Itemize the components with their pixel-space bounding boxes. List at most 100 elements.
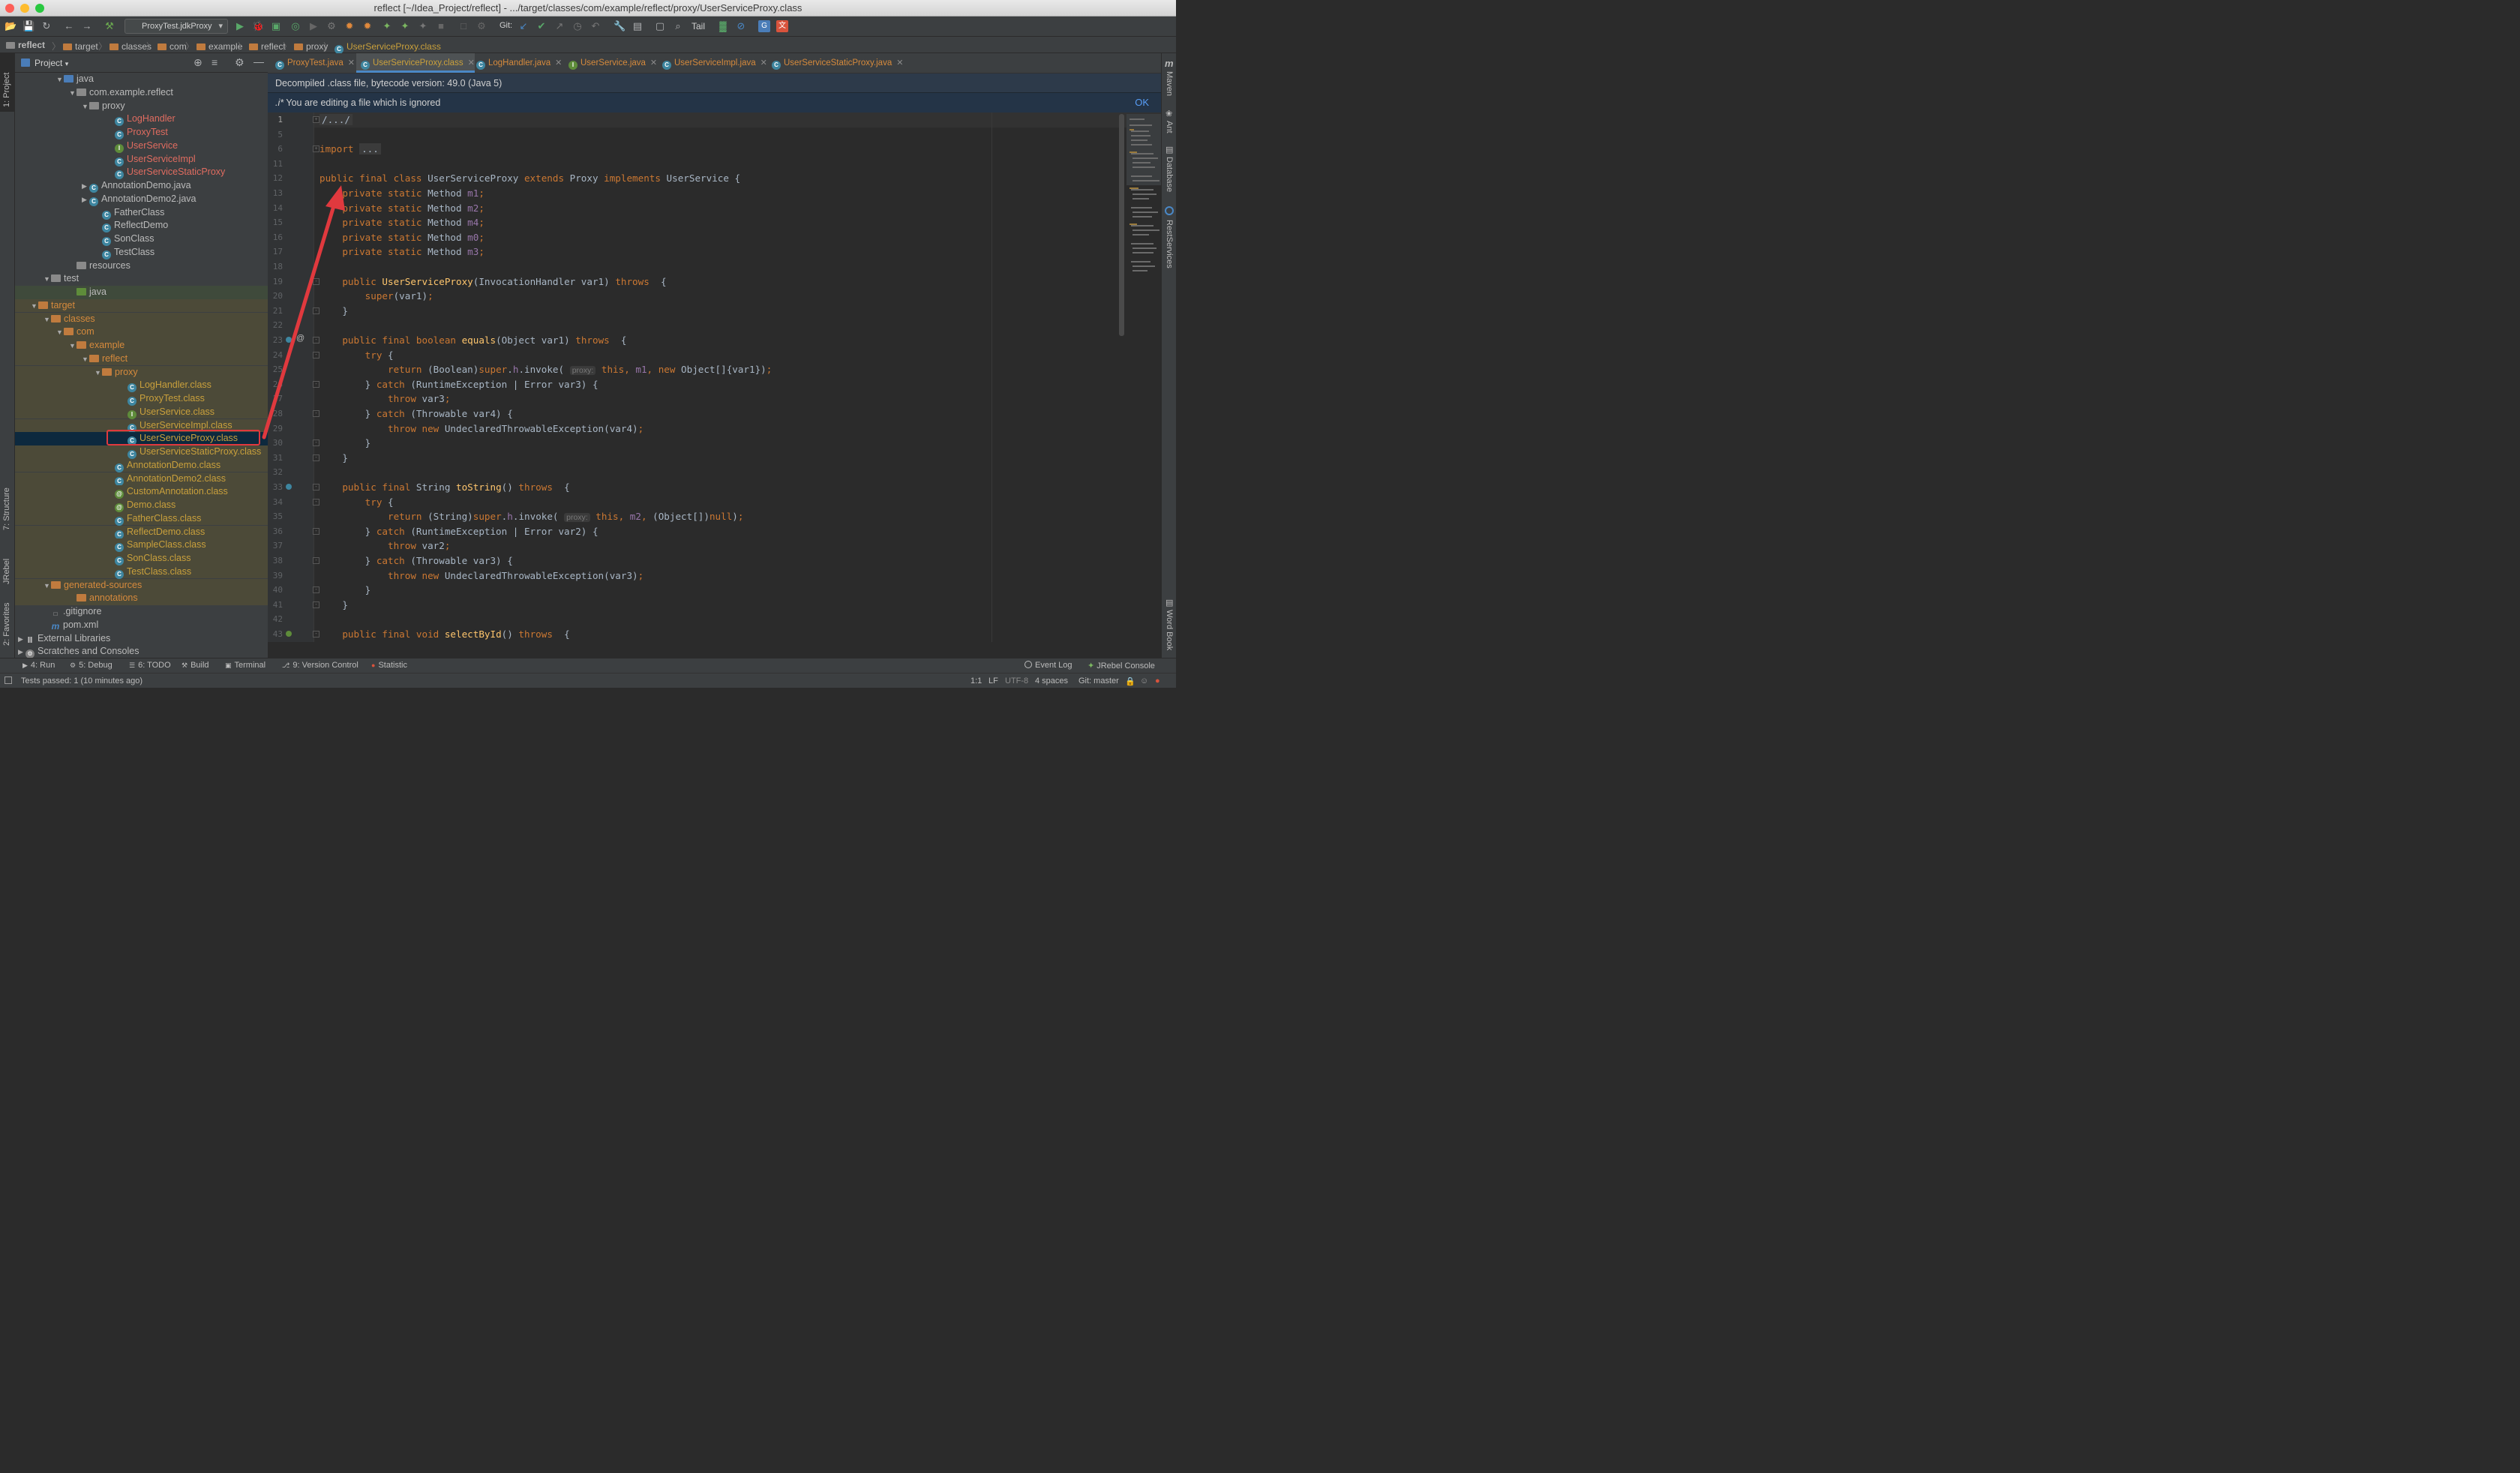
debug-disabled-icon[interactable]: ⚙ [326, 20, 338, 32]
expand-arrow-icon[interactable]: ▶ [82, 194, 89, 207]
terminal-window-icon[interactable]: ▢ [654, 20, 666, 32]
annotation-marker-icon[interactable]: @ [296, 334, 304, 343]
editor-tab[interactable]: C LogHandler.java ✕ [472, 53, 562, 73]
expand-arrow-icon[interactable]: ▼ [56, 74, 64, 87]
wordbook-tool-button[interactable]: Word Book [1165, 610, 1174, 650]
tree-item[interactable]: ▶ C AnnotationDemo2.java [15, 193, 268, 206]
tree-item[interactable]: ▶ C AnnotationDemo.java [15, 179, 268, 193]
structure-tool-button[interactable]: 7: Structure [2, 488, 11, 530]
editor-tab[interactable]: I UserService.java ✕ [564, 53, 657, 73]
expand-arrow-icon[interactable]: ▼ [44, 314, 51, 327]
project-structure-icon[interactable]: ▤ [632, 20, 644, 32]
override-marker-icon[interactable] [286, 631, 292, 637]
bottom-tool-build[interactable]: ⚒ Build [182, 661, 209, 670]
fold-toggle-icon[interactable]: - [313, 454, 320, 461]
expand-arrow-icon[interactable]: ▼ [44, 273, 51, 286]
file-encoding[interactable]: UTF-8 [1005, 676, 1028, 686]
breadcrumb-item-reflect[interactable]: reflect [6, 40, 45, 50]
fold-toggle-icon[interactable]: - [313, 557, 320, 564]
event-log-button[interactable]: Event Log [1024, 661, 1072, 670]
expand-arrow-icon[interactable]: ▶ [18, 646, 26, 658]
folded-region[interactable]: ... [359, 143, 381, 155]
expand-arrow-icon[interactable]: ▼ [69, 340, 76, 353]
hide-panel-icon[interactable]: — [254, 56, 264, 68]
breadcrumb-item-reflect-pkg[interactable]: 〉 reflect [236, 40, 286, 52]
tree-item[interactable]: ▼ example [15, 339, 268, 352]
close-tab-icon[interactable]: ✕ [555, 58, 562, 68]
status-message[interactable]: Tests passed: 1 (10 minutes ago) [21, 676, 142, 686]
expand-arrow-icon[interactable]: ▼ [82, 100, 89, 114]
open-icon[interactable]: 📂 [4, 20, 16, 32]
notification-icon[interactable]: ● [1155, 676, 1160, 686]
tree-item[interactable]: C SonClass.class [15, 552, 268, 566]
fold-toggle-icon[interactable]: - [313, 586, 320, 594]
jrebel-console-button[interactable]: ✦ JRebel Console [1088, 661, 1155, 670]
folded-region[interactable]: /.../ [320, 114, 352, 125]
tree-item[interactable]: ▼ com.example.reflect [15, 86, 268, 100]
maven-tool-button[interactable]: Maven [1165, 71, 1174, 96]
coverage-icon[interactable]: ▣ [270, 20, 282, 32]
tree-item[interactable]: C ReflectDemo.class [15, 525, 268, 539]
jrebel-remote-icon[interactable]: ✦ [417, 20, 429, 32]
tree-item[interactable]: C UserServiceImpl [15, 153, 268, 166]
expand-arrow-icon[interactable]: ▼ [31, 300, 38, 314]
translate-alt-icon[interactable]: 文 [776, 20, 788, 32]
tree-item[interactable]: annotations [15, 592, 268, 605]
breadcrumb-item-target[interactable]: 〉 target [50, 40, 98, 52]
locate-icon[interactable]: ⊕ [194, 56, 202, 69]
git-commit-icon[interactable]: ✔ [536, 20, 548, 32]
sync-icon[interactable]: ↻ [40, 20, 52, 32]
fold-toggle-icon[interactable]: - [313, 440, 320, 447]
tree-item[interactable]: C ReflectDemo [15, 219, 268, 233]
debug-icon[interactable]: 🐞 [252, 20, 264, 32]
translate-icon[interactable]: G [758, 20, 770, 32]
caret-position[interactable]: 1:1 [970, 676, 982, 686]
expand-arrow-icon[interactable]: ▼ [56, 326, 64, 340]
tree-item[interactable]: I UserService [15, 140, 268, 153]
jrebel-run-icon[interactable]: ✹ [344, 20, 356, 32]
indent-setting[interactable]: 4 spaces [1035, 676, 1068, 686]
tree-item[interactable]: ▼ com [15, 326, 268, 339]
line-separator[interactable]: LF [988, 676, 998, 686]
tree-item[interactable]: C LogHandler [15, 112, 268, 127]
jrebel-sync-icon[interactable]: ✦ [399, 20, 411, 32]
fold-toggle-icon[interactable]: - [313, 337, 320, 344]
tree-item[interactable]: C LogHandler.class [15, 379, 268, 393]
fold-toggle-icon[interactable]: - [313, 278, 320, 285]
breadcrumb-item-file[interactable]: 〉 C UserServiceProxy.class [321, 40, 441, 54]
build-hammer-icon[interactable]: ⚒ [104, 20, 116, 32]
settings-wrench-icon[interactable]: 🔧 [614, 20, 626, 32]
git-revert-icon[interactable]: ↶ [590, 20, 602, 32]
tree-item[interactable]: C UserServiceStaticProxy [15, 166, 268, 180]
jrebel-tool-button[interactable]: JRebel [2, 559, 11, 584]
fold-toggle-icon[interactable]: - [313, 498, 320, 506]
tree-item[interactable]: C FatherClass.class [15, 512, 268, 526]
ant-tool-button[interactable]: Ant [1165, 121, 1174, 134]
collapse-all-icon[interactable]: ≡ [212, 56, 218, 68]
tree-item[interactable]: ▶ ⚙ Scratches and Consoles [15, 645, 268, 658]
tree-item[interactable]: ▼ reflect [15, 352, 268, 366]
tree-item[interactable]: resources [15, 260, 268, 273]
override-marker-icon[interactable] [286, 337, 292, 343]
tail-button[interactable]: Tail [692, 21, 705, 32]
tree-item[interactable]: C ProxyTest [15, 126, 268, 140]
fold-toggle-icon[interactable]: - [313, 527, 320, 535]
close-tab-icon[interactable]: ✕ [896, 58, 903, 68]
expand-arrow-icon[interactable]: ▼ [69, 87, 76, 100]
favorites-tool-button[interactable]: 2: Favorites [2, 603, 11, 646]
gear-icon[interactable]: ⚙ [235, 56, 244, 69]
tree-item[interactable]: I UserService.class [15, 405, 268, 419]
editor-tab[interactable]: C UserServiceProxy.class ✕ [356, 53, 475, 73]
attach-icon[interactable]: □ [458, 20, 470, 32]
fold-toggle-icon[interactable]: - [313, 631, 320, 638]
forward-icon[interactable]: → [81, 20, 93, 32]
bottom-tool-terminal[interactable]: ▣ Terminal [225, 661, 266, 670]
tree-item[interactable]: ▼ proxy [15, 100, 268, 113]
stop-icon[interactable]: ■ [435, 20, 447, 32]
git-push-icon[interactable]: ↗ [554, 20, 566, 32]
fold-toggle-icon[interactable]: - [313, 601, 320, 608]
git-update-icon[interactable]: ↙ [518, 20, 530, 32]
tree-item[interactable]: C TestClass.class [15, 565, 268, 579]
expand-arrow-icon[interactable]: ▼ [82, 353, 89, 367]
tree-item[interactable]: java [15, 286, 268, 299]
